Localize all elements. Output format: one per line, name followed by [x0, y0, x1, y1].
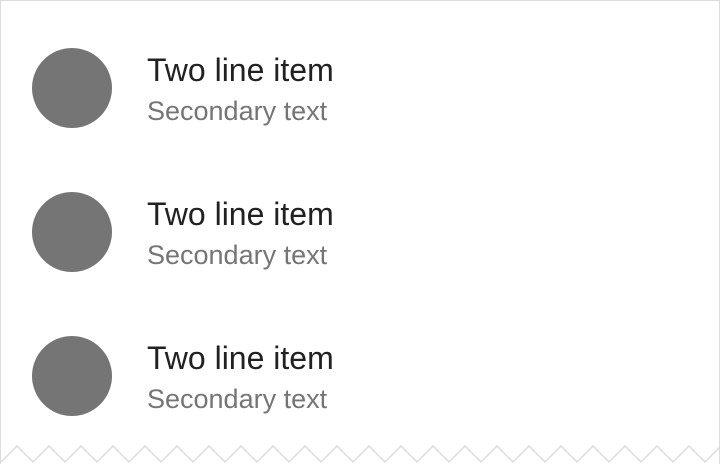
list-item-primary-text: Two line item — [147, 52, 334, 88]
list-item-primary-text: Two line item — [147, 340, 334, 376]
list-item-primary-text: Two line item — [147, 196, 334, 232]
torn-edge-divider — [1, 444, 719, 464]
list-screen: Two line item Secondary text Two line it… — [0, 0, 720, 464]
list-item-secondary-text: Secondary text — [147, 384, 328, 414]
list-item-secondary-text: Secondary text — [147, 240, 328, 270]
list-item[interactable]: Two line item Secondary text — [1, 17, 719, 161]
list-item[interactable]: Two line item Secondary text — [1, 305, 719, 449]
avatar — [32, 336, 112, 416]
list-item[interactable]: Two line item Secondary text — [1, 161, 719, 305]
list-item-secondary-text: Secondary text — [147, 96, 328, 126]
avatar — [32, 48, 112, 128]
avatar — [32, 192, 112, 272]
